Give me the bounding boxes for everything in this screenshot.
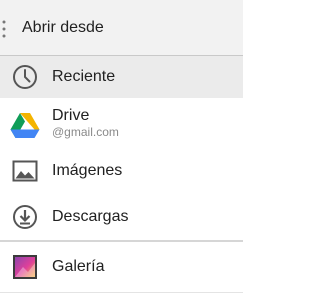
list-item-images[interactable]: Imágenes <box>0 146 243 196</box>
image-icon <box>12 160 38 182</box>
gallery-app-icon <box>13 255 37 279</box>
dialog-header: Abrir desde <box>0 0 243 56</box>
clock-icon <box>13 65 37 89</box>
list-bottom-divider <box>0 292 243 293</box>
list-item-gallery[interactable]: Galería <box>0 242 243 292</box>
list-item-label: Reciente <box>52 68 116 85</box>
list-item-downloads[interactable]: Descargas <box>0 196 243 240</box>
account-email: @gmail.com <box>52 125 119 139</box>
list-item-label: Galería <box>52 258 105 275</box>
overflow-dots-icon[interactable] <box>2 20 6 38</box>
dialog-title: Abrir desde <box>22 19 104 36</box>
list-item-label: Imágenes <box>52 162 123 179</box>
google-drive-icon <box>10 113 40 138</box>
list-item-label: Descargas <box>52 208 129 225</box>
download-icon <box>13 205 37 229</box>
list-item-label: Drive <box>52 107 90 124</box>
list-item-drive[interactable]: Drive @gmail.com <box>0 98 243 146</box>
list-item-recent[interactable]: Reciente <box>0 56 243 98</box>
